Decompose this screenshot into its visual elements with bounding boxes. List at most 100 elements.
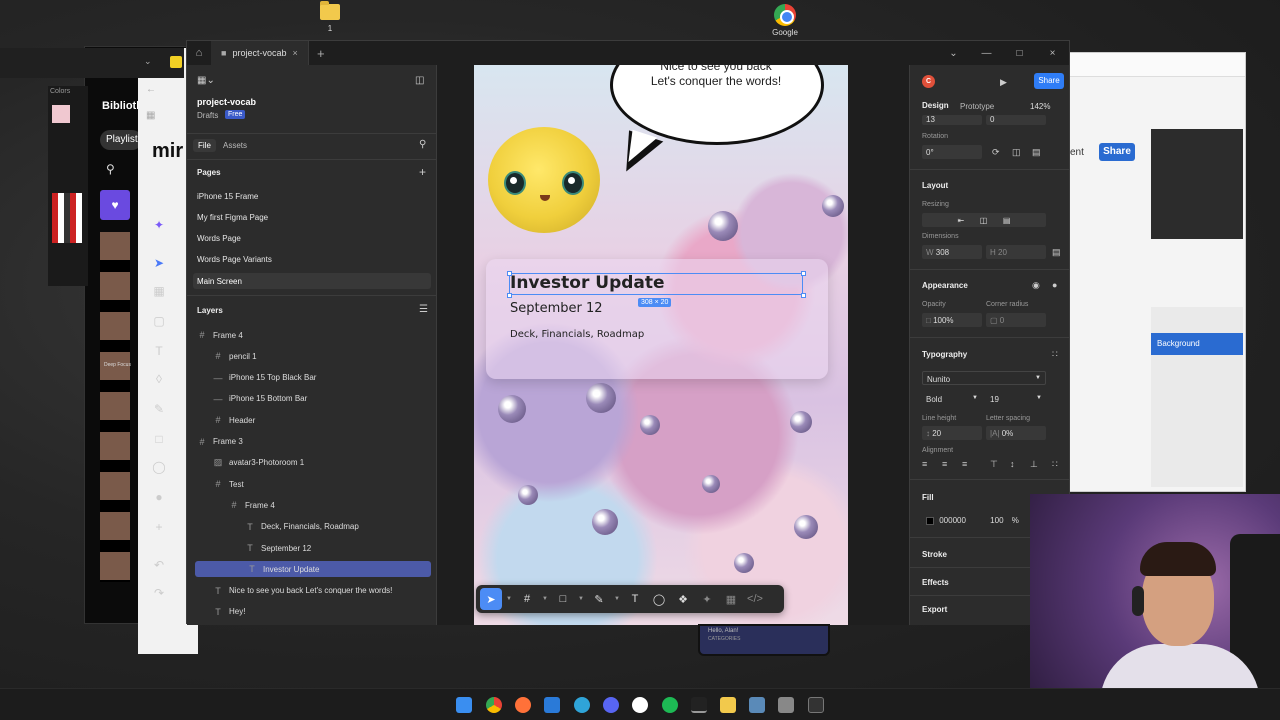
pen-tool-icon[interactable]: ✎: [588, 588, 610, 610]
playlist-chip[interactable]: Playlist: [100, 130, 142, 150]
home-icon[interactable]: ⌂: [187, 47, 211, 59]
start-icon[interactable]: [456, 697, 472, 713]
table-icon[interactable]: ▦: [150, 284, 168, 302]
layer-row[interactable]: ― iPhone 15 Top Black Bar: [213, 370, 317, 386]
zoom-level[interactable]: 142%: [1030, 102, 1050, 111]
page-item-active[interactable]: Main Screen: [193, 273, 431, 289]
font-family-select[interactable]: Nunito ▼: [922, 371, 1046, 385]
edge-icon[interactable]: [574, 697, 590, 713]
frame-icon[interactable]: □: [150, 432, 168, 450]
figma-taskbar-icon[interactable]: [691, 697, 707, 713]
drafts-label[interactable]: Drafts: [197, 111, 218, 120]
rotate-icon[interactable]: ⟳: [992, 147, 1000, 158]
snipping-icon[interactable]: [778, 697, 794, 713]
font-size-select[interactable]: 19 ▼: [986, 392, 1046, 406]
right-share-button[interactable]: Share: [1099, 143, 1135, 161]
chat-icon[interactable]: ●: [150, 490, 168, 508]
playlist-covers[interactable]: [100, 232, 130, 582]
search-icon[interactable]: ⚲: [419, 139, 426, 150]
speech-bubble-text[interactable]: Nice to see you back Let's conquer the w…: [624, 65, 808, 89]
tab-project-vocab[interactable]: ■ project-vocab ×: [211, 41, 309, 65]
x-field[interactable]: 13: [922, 115, 982, 125]
selection-box[interactable]: [509, 273, 803, 295]
figma-menu-icon[interactable]: ▦⌄: [197, 75, 215, 86]
resize-handle[interactable]: [801, 293, 806, 298]
terminal-icon[interactable]: [808, 697, 824, 713]
desktop-chrome[interactable]: Google: [765, 4, 805, 37]
cursor-icon[interactable]: ➤: [150, 256, 168, 274]
canvas[interactable]: Nice to see you back Let's conquer the w…: [437, 65, 909, 625]
type-settings-icon[interactable]: ∷: [1052, 349, 1058, 360]
layer-row[interactable]: T Hey!: [213, 604, 245, 620]
layer-row[interactable]: # Test: [213, 476, 243, 492]
rectangle-tool-icon[interactable]: □: [552, 588, 574, 610]
font-weight-select[interactable]: Bold ▼: [922, 392, 982, 406]
photos-icon[interactable]: [749, 697, 765, 713]
align-center-icon[interactable]: ≡: [942, 459, 947, 469]
align-left-icon[interactable]: ≡: [922, 459, 927, 469]
tab-file[interactable]: File: [193, 139, 216, 152]
firefox-icon[interactable]: [515, 697, 531, 713]
opacity-field[interactable]: □ 100%: [922, 313, 982, 327]
close-tab-icon[interactable]: ×: [292, 48, 297, 58]
search-icon[interactable]: ⚲: [106, 162, 115, 176]
layer-row[interactable]: # Frame 4: [229, 497, 274, 513]
color-grid[interactable]: [52, 193, 82, 243]
yellow-creature-image[interactable]: [488, 127, 600, 233]
layer-row[interactable]: ― iPhone 15 Bottom Bar: [213, 391, 308, 407]
align-right-icon[interactable]: ≡: [962, 459, 967, 469]
new-tab-icon[interactable]: +: [309, 46, 333, 61]
letter-spacing-field[interactable]: |A| 0%: [986, 426, 1046, 440]
chevron-down-icon[interactable]: ▼: [576, 588, 586, 610]
background-layer-row[interactable]: Background: [1151, 333, 1243, 355]
align-top-icon[interactable]: ⊤: [990, 459, 998, 470]
width-field[interactable]: W 308: [922, 245, 982, 259]
blend-mode-icon[interactable]: ●: [1052, 280, 1057, 290]
undo-icon[interactable]: ↶: [150, 558, 168, 576]
eye-icon[interactable]: ◉: [1032, 280, 1040, 291]
play-icon[interactable]: ▶: [1000, 77, 1007, 88]
color-swatch[interactable]: [52, 105, 70, 123]
layers-menu-icon[interactable]: ☰: [419, 304, 428, 315]
user-avatar[interactable]: C: [922, 75, 935, 88]
openai-icon[interactable]: [632, 697, 648, 713]
grid-icon[interactable]: ▦: [146, 110, 155, 121]
phone-frame[interactable]: Nice to see you back Let's conquer the w…: [474, 65, 848, 625]
flip-vertical-icon[interactable]: ▤: [1032, 147, 1041, 158]
layer-row[interactable]: # pencil 1: [213, 348, 256, 364]
spotify-icon[interactable]: [662, 697, 678, 713]
flip-horizontal-icon[interactable]: ◫: [1012, 147, 1021, 158]
align-middle-icon[interactable]: ↕: [1010, 459, 1015, 469]
explorer-icon[interactable]: [720, 697, 736, 713]
card-date[interactable]: September 12: [510, 301, 603, 316]
chevron-down-icon[interactable]: ⌄: [937, 48, 970, 59]
liked-songs-icon[interactable]: ♥: [100, 190, 130, 220]
fill-swatch[interactable]: [926, 516, 934, 525]
back-arrow-icon[interactable]: ←: [146, 84, 156, 95]
comment-icon[interactable]: ◯: [150, 460, 168, 478]
line-height-field[interactable]: ↕ 20: [922, 426, 982, 440]
export-header[interactable]: Export: [922, 605, 947, 614]
close-window-icon[interactable]: ×: [1036, 48, 1069, 59]
minimize-icon[interactable]: —: [970, 48, 1003, 59]
constrain-proportions-icon[interactable]: ▤: [1052, 247, 1061, 258]
discord-icon[interactable]: [603, 697, 619, 713]
project-name[interactable]: project-vocab: [197, 97, 256, 107]
chrome-taskbar-icon[interactable]: [486, 697, 502, 713]
chevron-down-icon[interactable]: ⌄: [144, 56, 152, 67]
tab-design[interactable]: Design: [922, 101, 949, 110]
stroke-header[interactable]: Stroke: [922, 550, 947, 559]
resize-handle[interactable]: [507, 271, 512, 276]
frame-tool-icon[interactable]: #: [516, 588, 538, 610]
resizing-segmented[interactable]: ⇤ ◫ ▤: [922, 213, 1046, 227]
pen-icon[interactable]: ✎: [150, 402, 168, 420]
chevron-down-icon[interactable]: ▼: [612, 588, 622, 610]
height-field[interactable]: H 20: [986, 245, 1046, 259]
layer-row[interactable]: T Investor Update: [195, 561, 431, 578]
text-icon[interactable]: T: [150, 344, 168, 362]
sidebar-toggle-icon[interactable]: ◫: [415, 75, 424, 86]
dev-mode-icon[interactable]: </>: [744, 588, 766, 610]
text-tool-icon[interactable]: T: [624, 588, 646, 610]
corner-radius-field[interactable]: ▢ 0: [986, 313, 1046, 327]
desktop-folder[interactable]: 1: [310, 1, 350, 33]
